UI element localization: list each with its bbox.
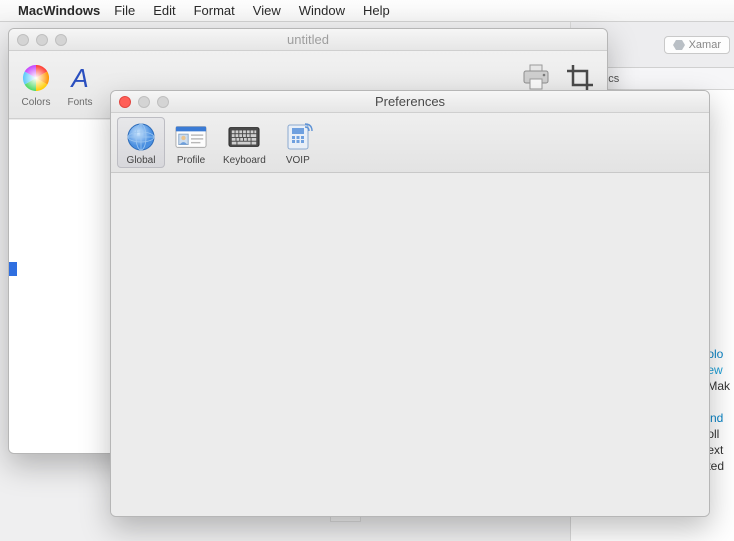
minimize-button[interactable] (36, 34, 48, 46)
traffic-lights (119, 96, 169, 108)
keyboard-icon (228, 121, 260, 153)
text-selection-marker (9, 262, 17, 276)
fonts-label: Fonts (67, 97, 92, 108)
menu-file[interactable]: File (114, 3, 135, 18)
zoom-button[interactable] (55, 34, 67, 46)
xamarin-pill-label: Xamar (689, 39, 721, 51)
preferences-title: Preferences (111, 94, 709, 109)
profile-card-icon (175, 121, 207, 153)
preferences-content (111, 174, 709, 516)
menu-format[interactable]: Format (194, 3, 235, 18)
voip-phone-icon (282, 121, 314, 153)
globe-icon (125, 121, 157, 153)
preferences-toolbar: Global Profile (111, 113, 709, 173)
pref-tab-keyboard[interactable]: Keyboard (217, 117, 272, 168)
menu-help[interactable]: Help (363, 3, 390, 18)
color-wheel-icon (19, 61, 53, 95)
pref-tab-global-label: Global (127, 155, 156, 166)
menu-bar: MacWindows File Edit Format View Window … (0, 0, 734, 22)
preferences-titlebar[interactable]: Preferences (111, 91, 709, 113)
menu-view[interactable]: View (253, 3, 281, 18)
pref-tab-global[interactable]: Global (117, 117, 165, 168)
document-titlebar[interactable]: untitled (9, 29, 607, 51)
zoom-button[interactable] (157, 96, 169, 108)
menu-window[interactable]: Window (299, 3, 345, 18)
fonts-toolbar-item[interactable]: A Fonts (63, 61, 97, 108)
pref-tab-profile[interactable]: Profile (167, 117, 215, 168)
preferences-window[interactable]: Preferences Global (110, 90, 710, 517)
document-title: untitled (9, 32, 607, 47)
colors-toolbar-item[interactable]: Colors (19, 61, 53, 108)
app-name[interactable]: MacWindows (18, 3, 100, 18)
svg-text:A: A (69, 63, 88, 93)
pref-tab-voip-label: VOIP (286, 155, 310, 166)
traffic-lights (17, 34, 67, 46)
colors-label: Colors (22, 97, 51, 108)
pref-tab-voip[interactable]: VOIP (274, 117, 322, 168)
menu-edit[interactable]: Edit (153, 3, 175, 18)
xamarin-pill-button[interactable]: Xamar (664, 36, 730, 54)
minimize-button[interactable] (138, 96, 150, 108)
pref-tab-keyboard-label: Keyboard (223, 155, 266, 166)
close-button[interactable] (17, 34, 29, 46)
pref-tab-profile-label: Profile (177, 155, 205, 166)
close-button[interactable] (119, 96, 131, 108)
fonts-icon: A (63, 61, 97, 95)
